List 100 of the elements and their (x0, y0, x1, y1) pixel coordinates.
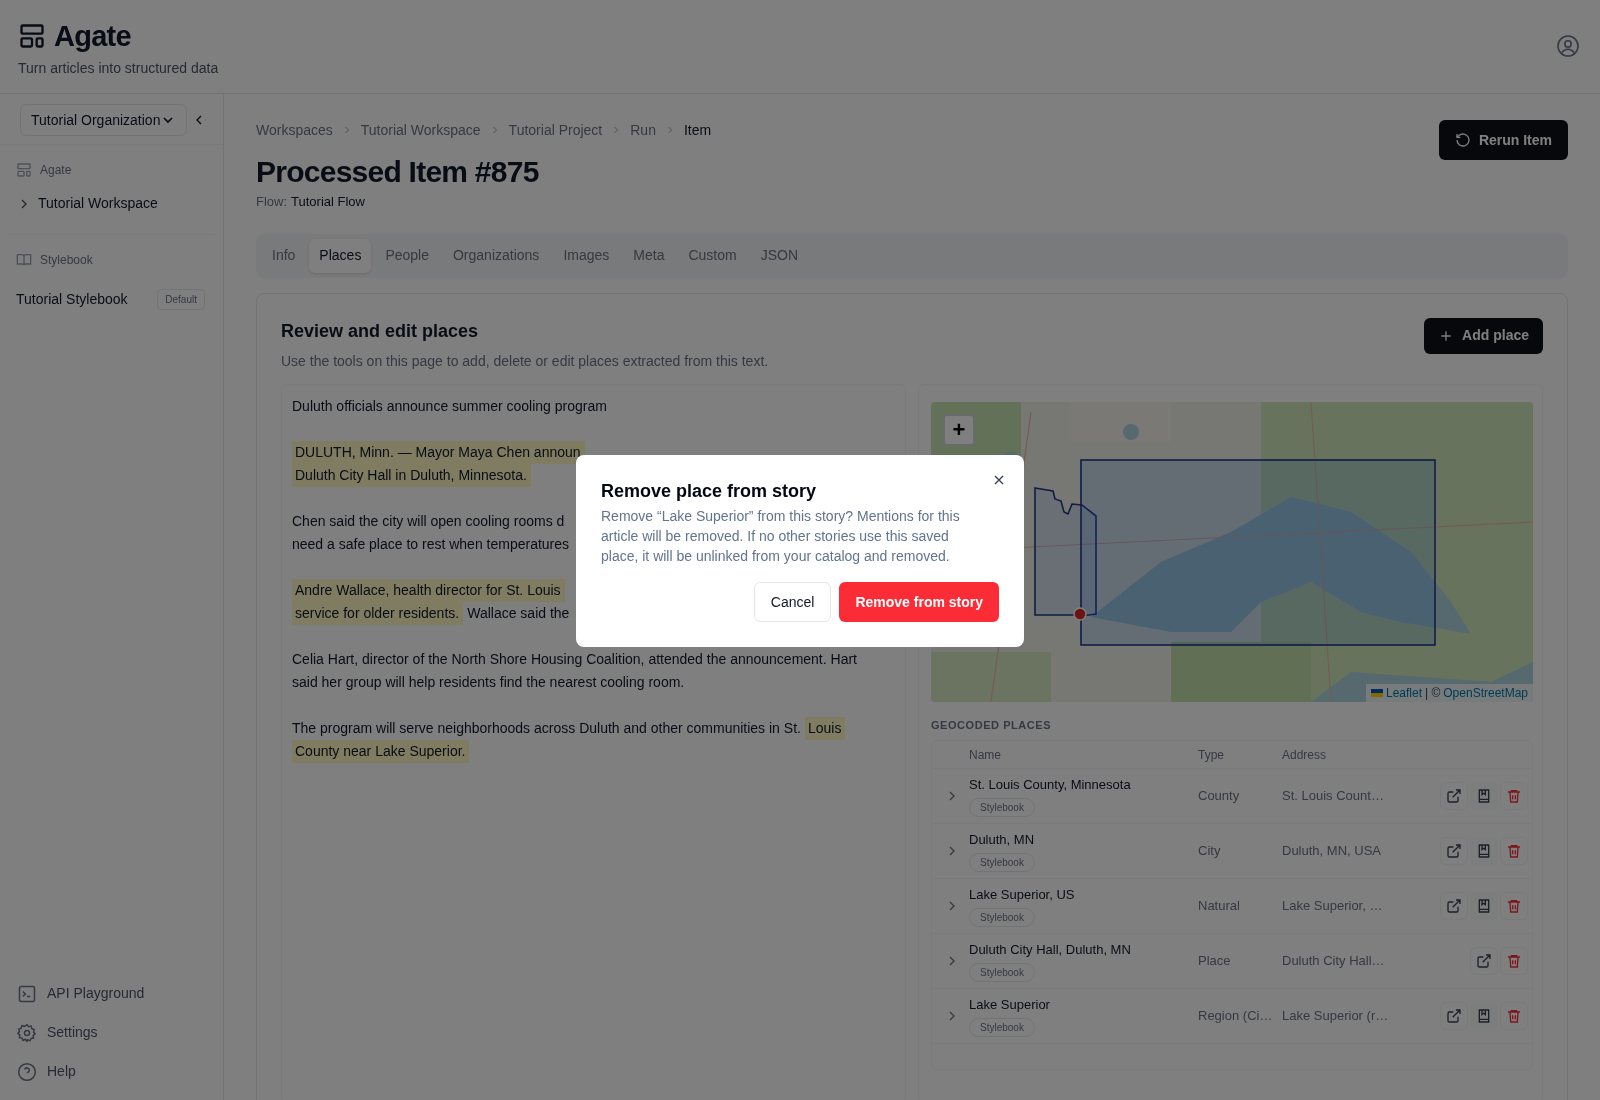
user-icon[interactable] (1556, 34, 1580, 58)
trash-icon (1506, 1008, 1522, 1024)
tab[interactable]: Places (309, 238, 372, 273)
table-cell: Duluth, MN, USA (1282, 843, 1381, 859)
book-icon (1476, 788, 1492, 804)
tab[interactable]: Info (262, 238, 306, 273)
dialog-title: Remove place from story (601, 480, 818, 503)
flow-label: Flow: (256, 193, 288, 211)
section-heading: Agate (40, 162, 72, 179)
delete-button[interactable] (1500, 1002, 1528, 1030)
breadcrumb-link[interactable]: Tutorial Workspace (360, 119, 481, 141)
place-name: Lake Superior, US (969, 886, 1075, 905)
attribution-link[interactable]: Leaflet (1385, 683, 1422, 702)
highlighted-text: County near Lake Superior. (292, 739, 470, 763)
delete-button[interactable] (1500, 892, 1528, 920)
article-text: Celia Hart, director of the North Shore Housing Coalition, attended the announcement. Hart (292, 649, 857, 669)
section-heading: GEOCODED PLACES (931, 717, 1053, 733)
highlighted-text: Duluth City Hall in Duluth, Minnesota. (292, 463, 531, 487)
dialog-message: Remove “Lake Superior” from this story? Mentions for this article will be removed. If no other stories use this saved place, it will be unlinked from your catalog and removed. (601, 507, 961, 566)
add-place-button[interactable]: Add place (1424, 317, 1543, 354)
flow-name[interactable]: Tutorial Flow (291, 192, 365, 212)
rotate-icon (1454, 132, 1471, 148)
table-cell: Natural (1198, 898, 1240, 914)
open-link-button[interactable] (1470, 947, 1498, 975)
table-cell: Duluth City Hall… (1282, 953, 1385, 969)
stylebook-item[interactable]: Tutorial Stylebook (16, 289, 128, 310)
cancel-button[interactable]: Cancel (753, 582, 832, 622)
external-link-icon (1446, 843, 1462, 859)
open-link-button[interactable] (1440, 892, 1468, 920)
breadcrumb-link[interactable]: Workspaces (256, 119, 333, 141)
tab[interactable]: Images (553, 238, 620, 273)
settings-icon (17, 1022, 37, 1043)
external-link-icon (1446, 788, 1462, 804)
terminal-icon (17, 983, 37, 1004)
table-cell: Place (1198, 953, 1231, 969)
nav-link[interactable]: Help (47, 1061, 76, 1082)
open-link-button[interactable] (1440, 782, 1468, 810)
layout-icon (18, 22, 46, 50)
article-text: need a safe place to rest when temperatures (292, 534, 570, 554)
place-name: St. Louis County, Minnesota (969, 776, 1131, 795)
card-title: Review and edit places (281, 319, 480, 343)
table-cell: Lake Superior (r… (1282, 1008, 1389, 1024)
table-cell: City (1198, 843, 1221, 859)
place-name: Duluth City Hall, Duluth, MN (969, 941, 1131, 960)
article-text: Chen said the city will open cooling rooms d (292, 511, 565, 531)
tab[interactable]: People (375, 238, 439, 273)
trash-icon (1506, 953, 1522, 969)
tab[interactable]: Custom (678, 238, 747, 273)
rerun-button[interactable]: Rerun Item (1438, 120, 1568, 160)
column-header: Address (1282, 747, 1327, 762)
book-icon (1476, 1008, 1492, 1024)
workspace-item[interactable]: Tutorial Workspace (16, 193, 207, 214)
remove-button[interactable]: Remove from story (839, 582, 999, 622)
breadcrumb-link[interactable]: Tutorial Project (508, 119, 603, 141)
book-icon (1476, 898, 1492, 914)
highlighted-text: Andre Wallace, health director for St. Louis (292, 578, 565, 602)
breadcrumb-link[interactable]: Run (630, 119, 656, 141)
book-icon (16, 252, 32, 268)
delete-button[interactable] (1500, 837, 1528, 865)
article-text: Duluth officials announce summer cooling program (292, 396, 607, 416)
organization-select[interactable]: Tutorial Organization (20, 104, 188, 136)
layout-icon (16, 162, 32, 178)
trash-icon (1506, 788, 1522, 804)
article-text: The program will serve neighborhoods across Duluth and other communities in St. (292, 718, 801, 738)
attribution-text: | © (1425, 684, 1441, 702)
section-heading: Stylebook (40, 252, 93, 269)
attribution-link[interactable]: OpenStreetMap (1443, 683, 1528, 702)
book-icon (1476, 843, 1492, 859)
zoom-in-button[interactable]: + (943, 413, 975, 446)
nav-link[interactable]: Settings (47, 1022, 98, 1043)
article-text: Wallace said the (467, 603, 570, 623)
tab[interactable]: Meta (623, 238, 675, 273)
table-cell: Lake Superior, … (1282, 898, 1383, 914)
trash-icon (1506, 898, 1522, 914)
map-marker[interactable] (1073, 606, 1087, 621)
column-header: Type (1198, 747, 1224, 762)
page-title: Processed Item #875 (256, 154, 540, 190)
highlighted-text: DULUTH, Minn. — Mayor Maya Chen announ (292, 440, 585, 464)
highlighted-text: service for older residents. (292, 601, 464, 625)
tab[interactable]: JSON (750, 238, 808, 273)
place-name: Lake Superior (969, 996, 1050, 1015)
column-header: Name (969, 747, 1001, 762)
open-link-button[interactable] (1440, 1002, 1468, 1030)
app-tagline: Turn articles into structured data (18, 59, 219, 78)
app-name: Agate (54, 20, 131, 52)
table-cell: County (1198, 788, 1240, 804)
open-link-button[interactable] (1440, 837, 1468, 865)
article-text: said her group will help residents find the nearest cooling room. (292, 672, 685, 692)
help-icon (17, 1061, 37, 1082)
tab[interactable]: Organizations (443, 238, 550, 273)
external-link-icon (1446, 1008, 1462, 1024)
nav-link[interactable]: API Playground (47, 983, 145, 1004)
flag-icon (1370, 688, 1383, 697)
delete-button[interactable] (1500, 782, 1528, 810)
delete-button[interactable] (1500, 947, 1528, 975)
default-badge: Default (157, 289, 205, 310)
table-cell: Region (Ci… (1198, 1008, 1273, 1024)
trash-icon (1506, 843, 1522, 859)
external-link-icon (1446, 898, 1462, 914)
highlighted-text: Louis (804, 716, 846, 740)
